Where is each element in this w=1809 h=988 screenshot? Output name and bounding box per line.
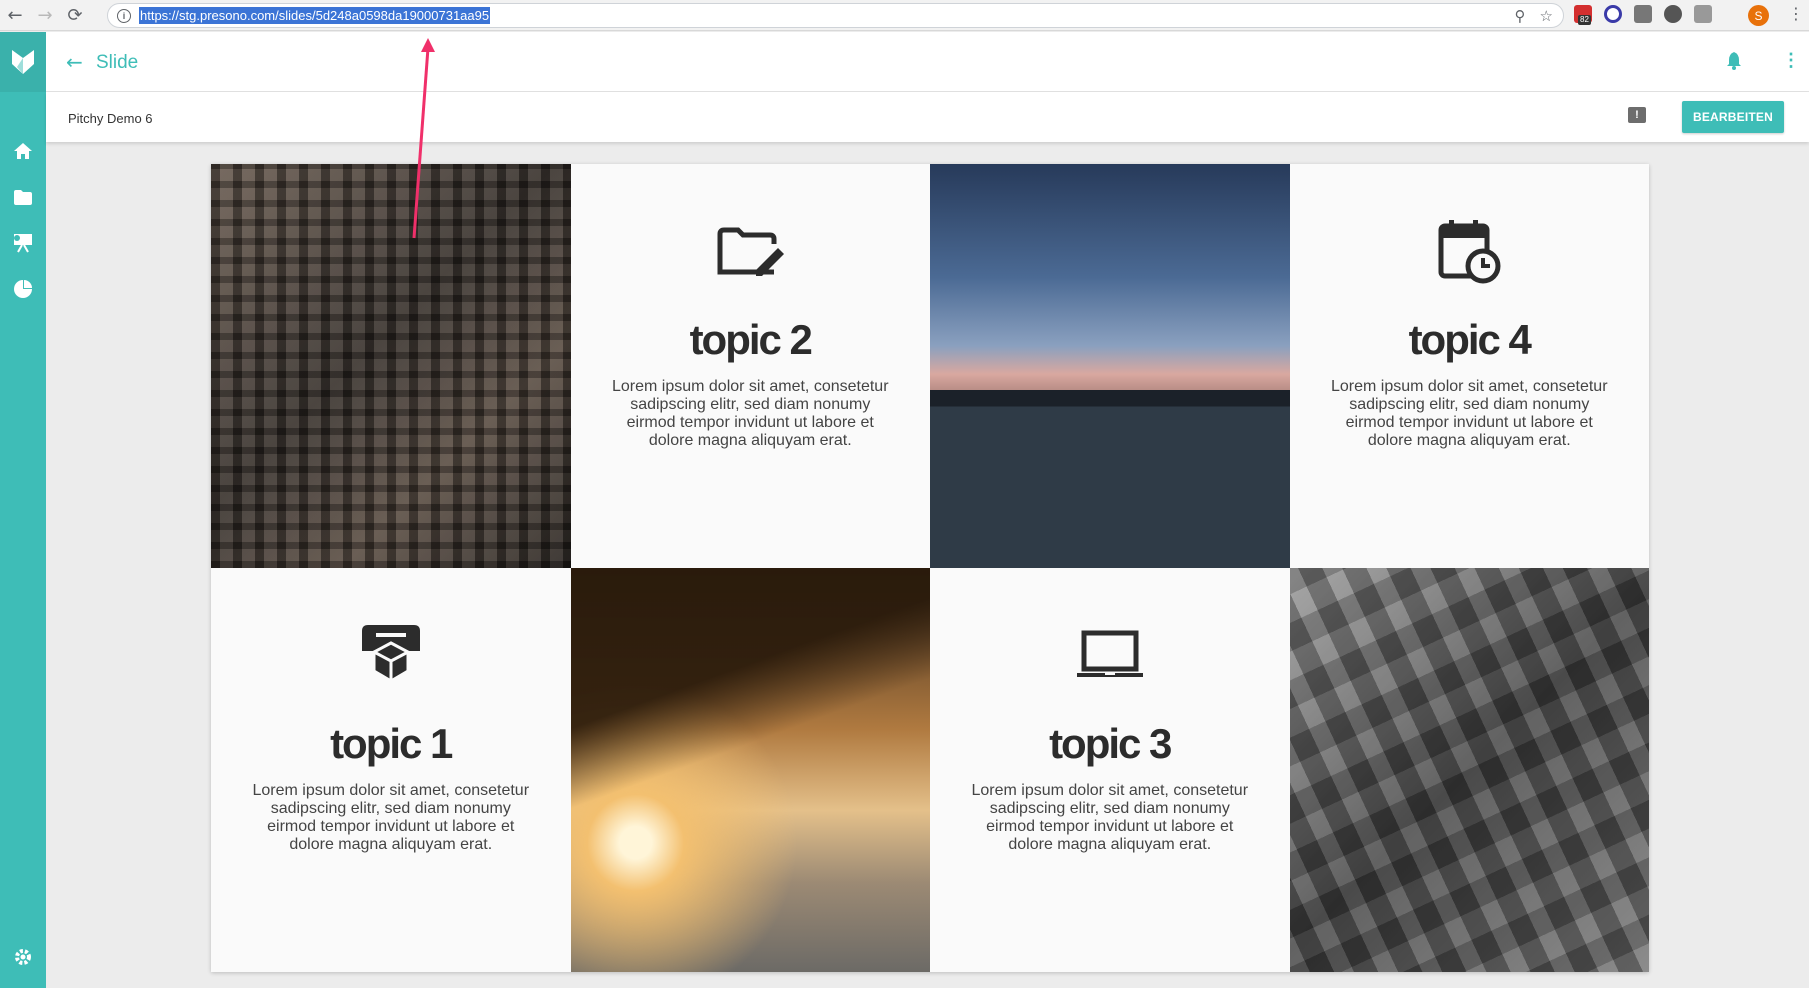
topic-title: topic 4 [1408,316,1532,363]
folder-icon[interactable] [12,186,34,208]
forward-icon[interactable]: → [30,0,60,31]
browser-toolbar: ← → ⟳ i https://stg.presono.com/slides/5… [0,0,1809,31]
info-icon[interactable]: i [117,8,131,23]
settings-icon[interactable] [12,946,34,968]
bookmark-star-icon[interactable]: ☆ [1540,7,1553,25]
extension-b-icon[interactable] [1694,5,1712,23]
app-header: ← Slide ⋮ [46,32,1809,92]
topic-body: Lorem ipsum dolor sit amet, consetetur s… [611,378,889,449]
extension-circle-icon[interactable] [1604,5,1622,23]
topic-title: topic 3 [1049,720,1172,767]
topic-body: Lorem ipsum dolor sit amet, consetetur s… [1330,378,1608,449]
topic-tile: topic 1 Lorem ipsum dolor sit amet, cons… [211,568,571,972]
skyline-sunset-image [930,164,1290,568]
pier-sunset-image [570,568,930,972]
laptop-icon [1075,624,1145,686]
slide-canvas: topic 2 Lorem ipsum dolor sit amet, cons… [211,164,1649,972]
browser-menu-icon[interactable]: ⋮ [1788,4,1804,23]
extension-globe-icon[interactable] [1664,5,1682,23]
deck-name: Pitchy Demo 6 [68,111,153,126]
zoom-icon[interactable]: ⚲ [1515,7,1526,25]
calendar-clock-icon [1434,220,1504,284]
address-bar[interactable]: i https://stg.presono.com/slides/5d248a0… [107,3,1564,28]
extension-gray-icon[interactable] [1634,5,1652,23]
profile-avatar[interactable]: S [1748,5,1769,26]
slide-toolbar: Pitchy Demo 6 ! BEARBEITEN [46,92,1809,142]
page-title: Slide [96,52,139,73]
reload-icon[interactable]: ⟳ [60,0,90,31]
fox-logo-icon [12,50,34,74]
presentation-icon[interactable] [12,232,34,254]
topic-body: Lorem ipsum dolor sit amet, consetetur s… [252,782,530,853]
city-aerial-image [211,164,571,568]
home-icon[interactable] [12,140,34,162]
topic-body: Lorem ipsum dolor sit amet, consetetur s… [971,782,1249,853]
edit-button[interactable]: BEARBEITEN [1682,101,1784,133]
topic-tile: topic 3 Lorem ipsum dolor sit amet, cons… [930,568,1290,972]
more-menu-icon[interactable]: ⋮ [1782,50,1800,71]
logo[interactable] [0,32,46,92]
extension-mail-icon[interactable]: 82 [1574,5,1592,25]
topic-tile: topic 2 Lorem ipsum dolor sit amet, cons… [570,164,930,568]
topic-title: topic 1 [330,720,453,767]
topic-title: topic 2 [689,316,813,363]
back-arrow-icon[interactable]: ← [66,50,83,74]
grayscale-aerial-image [1289,568,1649,972]
pie-chart-icon[interactable] [12,278,34,300]
app-sidebar [0,32,46,988]
feedback-icon[interactable]: ! [1628,107,1646,123]
url-text[interactable]: https://stg.presono.com/slides/5d248a059… [139,7,491,24]
box-printer-icon [356,624,426,686]
folder-edit-icon [715,220,785,282]
back-icon[interactable]: ← [0,0,30,31]
notification-bell-icon[interactable] [1726,52,1742,75]
topic-tile: topic 4 Lorem ipsum dolor sit amet, cons… [1289,164,1649,568]
